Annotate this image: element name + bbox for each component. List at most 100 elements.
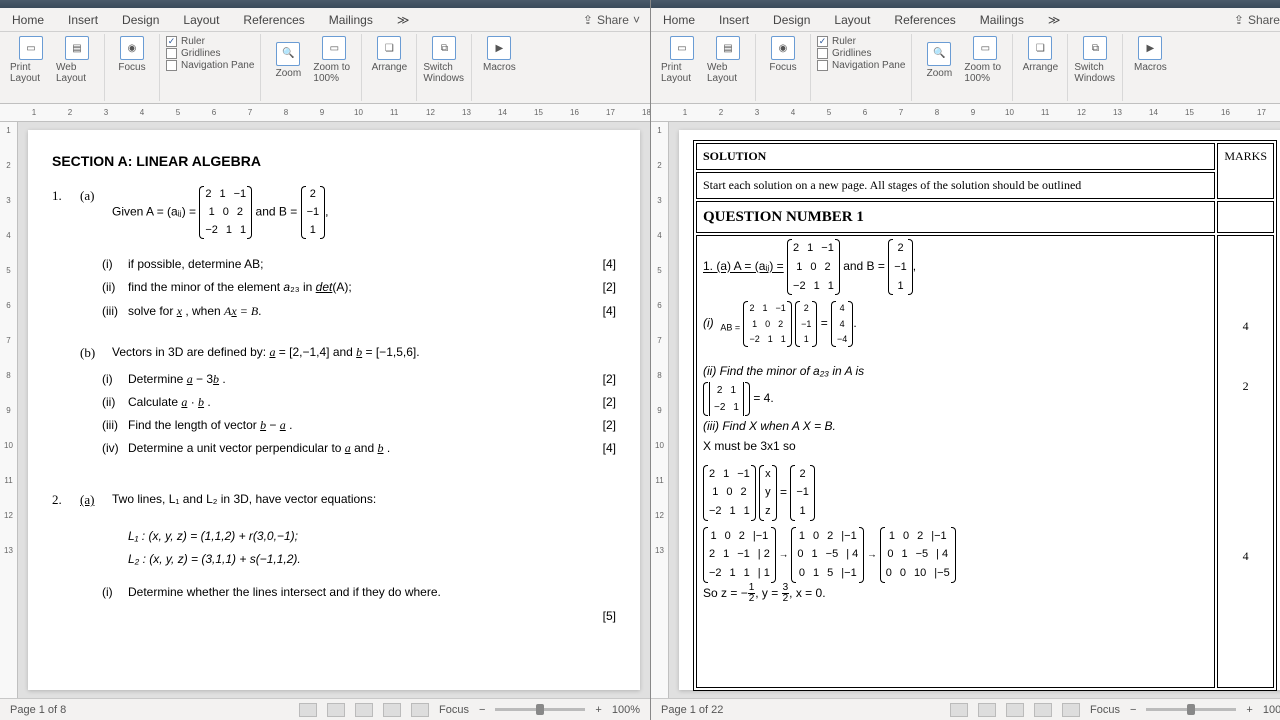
share-button[interactable]: ⇪Share ˅ [573,8,650,31]
doc-area-left[interactable]: 12345678910111213 SECTION A: LINEAR ALGE… [0,122,650,698]
navpane-checkbox[interactable]: Navigation Pane [817,60,905,71]
print-layout-icon: ▭ [670,36,694,60]
page-left: SECTION A: LINEAR ALGEBRA 1. (a) Given A… [28,130,640,690]
zoom100-button[interactable]: ▭Zoom to 100% [313,36,355,84]
question-number-header: QUESTION NUMBER 1 [696,201,1215,233]
matrix-A: 21−1102−211 [199,186,252,239]
tab-references[interactable]: References [882,8,967,31]
tab-mailings[interactable]: Mailings [968,8,1036,31]
gridlines-checkbox[interactable]: Gridlines [166,48,254,59]
ruler-h-right: 123456789101112131415161718 [651,104,1280,122]
macros-icon: ▶ [1138,36,1162,60]
checkbox-icon [817,48,828,59]
marks-header: MARKS [1217,143,1274,199]
macros-button[interactable]: ▶Macros [1129,36,1171,73]
solution-body: 1. (a) A = (aᵢⱼ) = 21−1102−211 and B = 2… [696,235,1215,688]
macros-button[interactable]: ▶Macros [478,36,520,73]
share-icon: ⇪ [1234,13,1244,27]
macros-icon: ▶ [487,36,511,60]
titlebar-left [0,0,650,8]
focus-icon: ◉ [120,36,144,60]
q1-number: 1. [52,186,70,239]
gridlines-checkbox[interactable]: Gridlines [817,48,905,59]
zoom-out-button[interactable]: − [479,704,485,716]
web-layout-button[interactable]: ▤Web Layout [707,36,749,84]
switch-icon: ⧉ [432,36,456,60]
view-web-icon[interactable] [1006,703,1024,717]
checkbox-icon [166,48,177,59]
tabs-right: Home Insert Design Layout References Mai… [651,8,1280,32]
web-layout-button[interactable]: ▤Web Layout [56,36,98,84]
zoom-icon: 🔍 [276,42,300,66]
tab-references[interactable]: References [231,8,316,31]
left-window: Home Insert Design Layout References Mai… [0,0,651,720]
status-bar-right: Page 1 of 22 Focus − + 100% [651,698,1280,720]
focus-button[interactable]: ◉Focus [111,36,153,73]
arrange-button[interactable]: ❏Arrange [1019,36,1061,73]
page-right: SOLUTIONMARKS Start each solution on a n… [679,130,1280,690]
zoom-slider[interactable] [1146,708,1236,711]
view-web-icon[interactable] [355,703,373,717]
view-outline-icon[interactable] [978,703,996,717]
view-draft-icon[interactable] [1034,703,1052,717]
zoom-out-button[interactable]: − [1130,704,1136,716]
arrange-button[interactable]: ❏Arrange [368,36,410,73]
tab-insert[interactable]: Insert [56,8,110,31]
share-icon: ⇪ [583,13,593,27]
ruler-checkbox[interactable]: ✓Ruler [166,36,254,47]
arrange-icon: ❏ [1028,36,1052,60]
tab-home[interactable]: Home [651,8,707,31]
tab-design[interactable]: Design [761,8,822,31]
tab-more[interactable]: ≫ [1036,8,1073,31]
tab-mailings[interactable]: Mailings [317,8,385,31]
view-focus-icon[interactable] [411,703,429,717]
print-layout-button[interactable]: ▭Print Layout [661,36,703,84]
tab-more[interactable]: ≫ [385,8,422,31]
checkbox-icon [166,60,177,71]
tab-insert[interactable]: Insert [707,8,761,31]
share-button[interactable]: ⇪Share ˅ [1224,8,1280,31]
switch-windows-button[interactable]: ⧉Switch Windows [1074,36,1116,84]
ribbon-left: ▭Print Layout ▤Web Layout ◉Focus ✓Ruler … [0,32,650,104]
switch-icon: ⧉ [1083,36,1107,60]
matrix-B: 2−11 [301,186,326,239]
solution-table: SOLUTIONMARKS Start each solution on a n… [693,140,1277,691]
zoom-slider[interactable] [495,708,585,711]
tab-layout[interactable]: Layout [822,8,882,31]
view-outline-icon[interactable] [327,703,345,717]
view-print-icon[interactable] [950,703,968,717]
page-indicator: Page 1 of 22 [661,704,723,716]
view-print-icon[interactable] [299,703,317,717]
page-indicator: Page 1 of 8 [10,704,66,716]
solution-instructions: Start each solution on a new page. All s… [696,172,1215,199]
q1a-body: Given A = (aᵢⱼ) = 21−1102−211 and B = 2−… [112,186,616,239]
zoom-button[interactable]: 🔍Zoom [267,42,309,79]
focus-icon: ◉ [771,36,795,60]
print-layout-button[interactable]: ▭Print Layout [10,36,52,84]
tab-design[interactable]: Design [110,8,171,31]
checkbox-checked-icon: ✓ [166,36,177,47]
switch-windows-button[interactable]: ⧉Switch Windows [423,36,465,84]
solution-header: SOLUTION [696,143,1215,170]
doc-area-right[interactable]: 12345678910111213 SOLUTIONMARKS Start ea… [651,122,1280,698]
ruler-h-left: 123456789101112131415161718 [0,104,650,122]
right-window: Home Insert Design Layout References Mai… [651,0,1280,720]
focus-button[interactable]: ◉Focus [762,36,804,73]
zoom100-button[interactable]: ▭Zoom to 100% [964,36,1006,84]
zoom-in-button[interactable]: + [595,704,601,716]
checkbox-icon [817,60,828,71]
ruler-checkbox[interactable]: ✓Ruler [817,36,905,47]
q1a-part: (a) [80,186,102,239]
arrange-icon: ❏ [377,36,401,60]
web-layout-icon: ▤ [65,36,89,60]
status-bar-left: Page 1 of 8 Focus − + 100% [0,698,650,720]
zoom-in-button[interactable]: + [1246,704,1252,716]
view-draft-icon[interactable] [383,703,401,717]
view-focus-icon[interactable] [1062,703,1080,717]
ruler-v-right: 12345678910111213 [651,122,669,698]
zoom-button[interactable]: 🔍Zoom [918,42,960,79]
tab-home[interactable]: Home [0,8,56,31]
navpane-checkbox[interactable]: Navigation Pane [166,60,254,71]
tab-layout[interactable]: Layout [171,8,231,31]
tabs-left: Home Insert Design Layout References Mai… [0,8,650,32]
